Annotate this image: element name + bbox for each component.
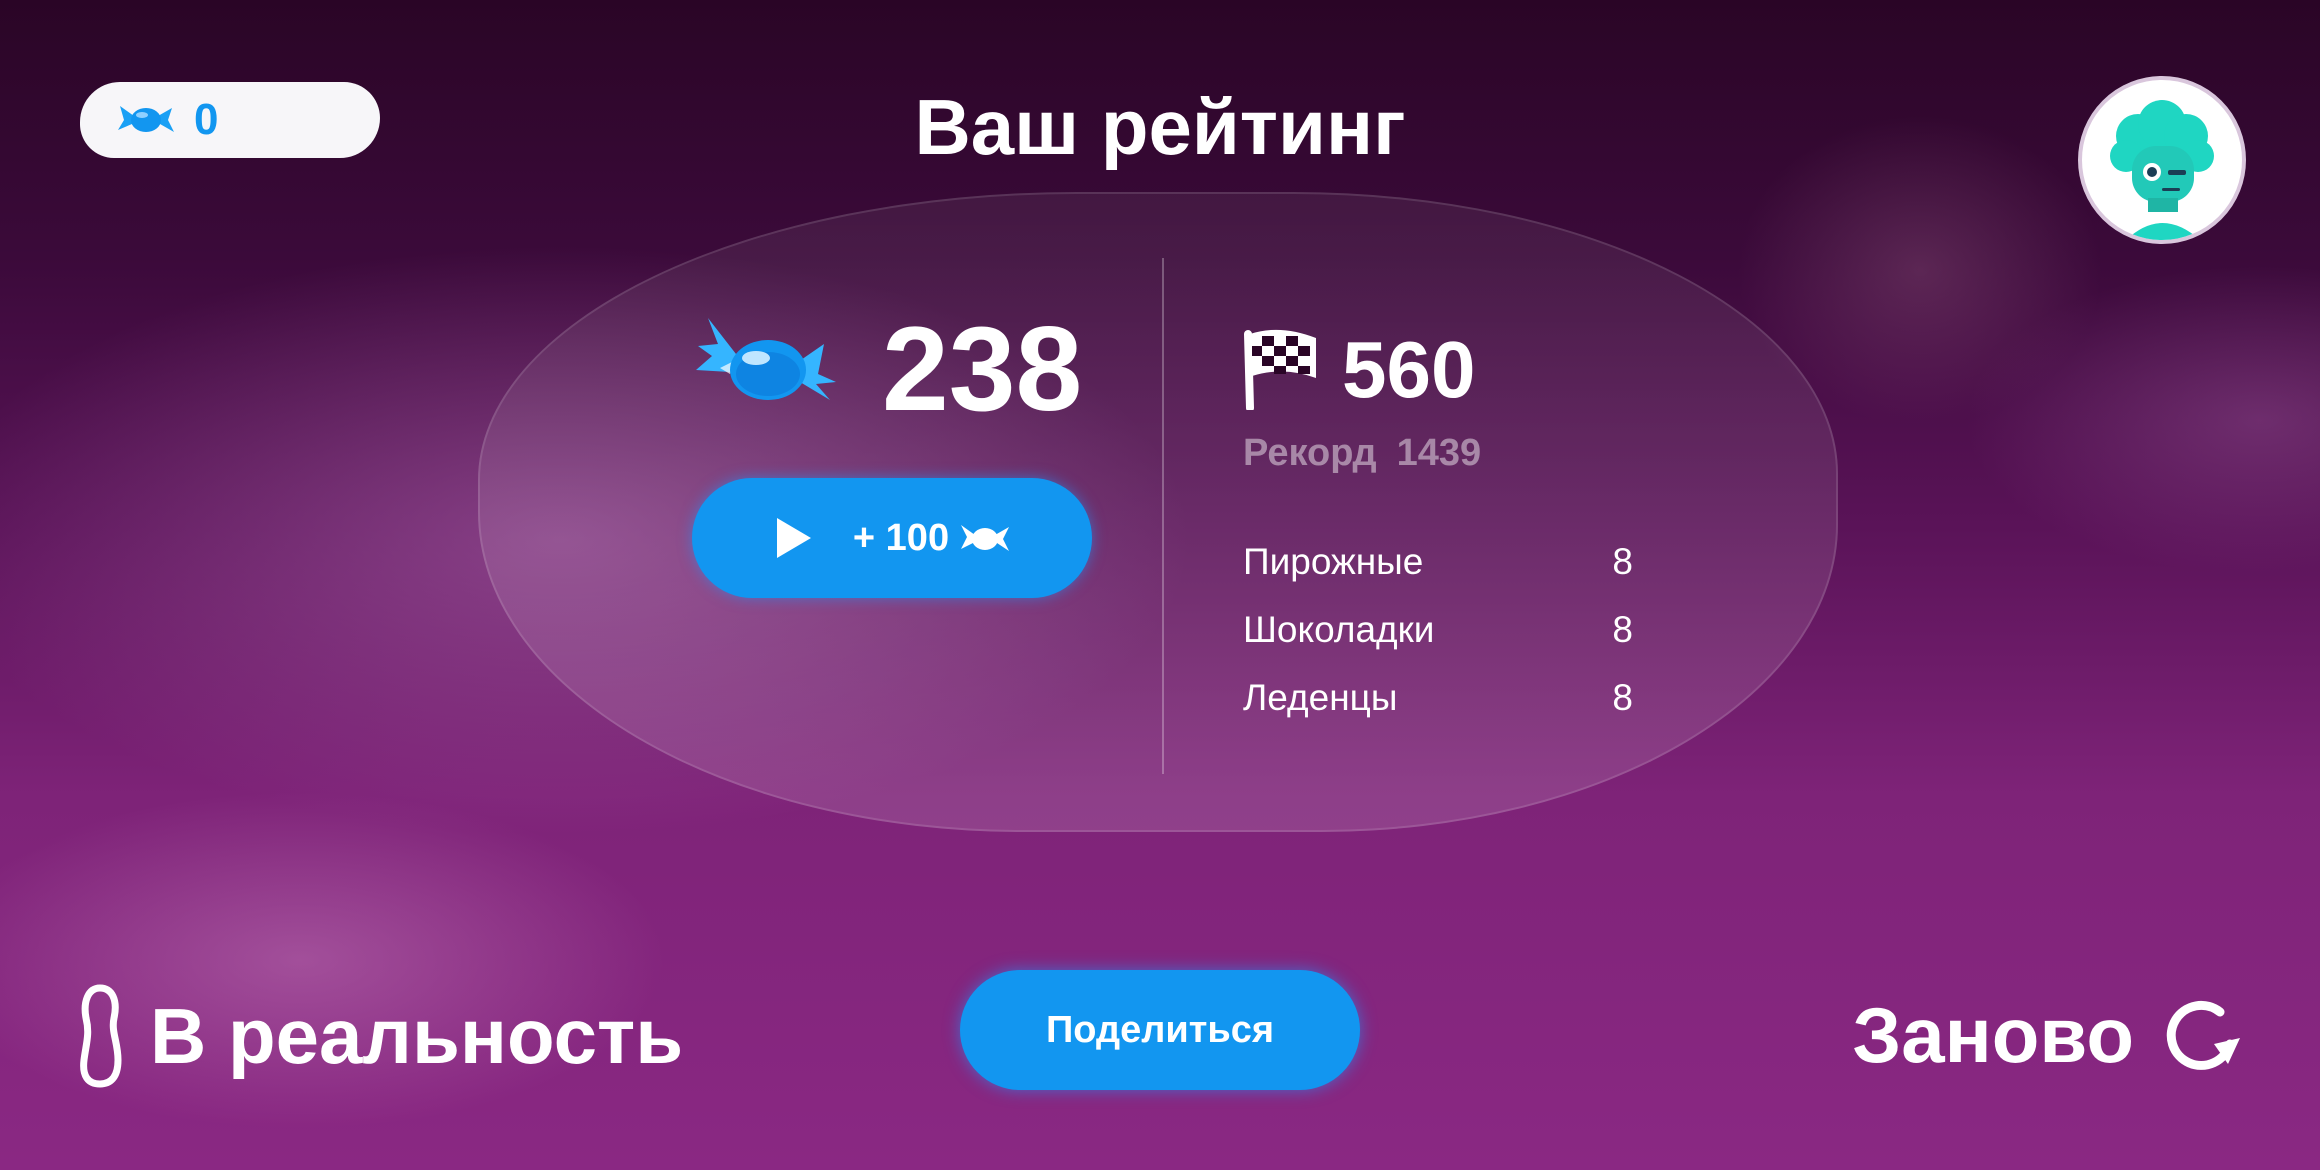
stat-value: 8 xyxy=(1612,609,1633,650)
page-title: Ваш рейтинг xyxy=(914,83,1406,171)
reward-amount: + 100 xyxy=(853,517,1011,560)
distance-score: 560 xyxy=(1240,326,1475,410)
stat-value: 8 xyxy=(1612,541,1633,582)
distance-value: 560 xyxy=(1342,325,1476,414)
record-label: Рекорд xyxy=(1243,432,1377,474)
reward-label: + 100 xyxy=(852,516,950,559)
list-item: Пирожные 8 xyxy=(1243,528,1633,596)
share-button[interactable]: Поделиться xyxy=(960,970,1360,1090)
checkered-flag-icon xyxy=(1244,329,1316,410)
play-icon xyxy=(776,518,811,558)
stat-label: Пирожные xyxy=(1243,541,1424,582)
panel-divider xyxy=(1162,258,1164,774)
candy-score: 238 xyxy=(690,300,1082,438)
list-item: Леденцы 8 xyxy=(1243,664,1633,732)
reality-button[interactable]: В реальность xyxy=(78,984,683,1088)
reality-label: В реальность xyxy=(150,991,684,1080)
stat-label: Шоколадки xyxy=(1243,609,1435,650)
record-value: 1439 xyxy=(1396,432,1482,474)
candy-icon xyxy=(696,318,836,400)
footprint-icon xyxy=(80,984,122,1088)
share-label: Поделиться xyxy=(1045,1008,1275,1051)
stat-value: 8 xyxy=(1612,677,1633,718)
watch-ad-reward-button[interactable]: + 100 xyxy=(692,478,1092,598)
candy-icon xyxy=(961,525,1010,551)
restart-button[interactable]: Заново xyxy=(1852,990,2242,1081)
robot-avatar-icon xyxy=(2110,100,2214,240)
record: Рекорд 1439 xyxy=(1243,432,1481,475)
list-item: Шоколадки 8 xyxy=(1243,596,1633,664)
stat-label: Леденцы xyxy=(1243,677,1398,718)
avatar[interactable] xyxy=(2078,76,2246,244)
candy-score-value: 238 xyxy=(882,302,1083,436)
restart-icon xyxy=(2166,1000,2240,1070)
restart-label: Заново xyxy=(1852,991,2134,1079)
results-panel-background xyxy=(478,192,1838,832)
collected-items-list: Пирожные 8 Шоколадки 8 Леденцы 8 xyxy=(1243,528,1633,732)
